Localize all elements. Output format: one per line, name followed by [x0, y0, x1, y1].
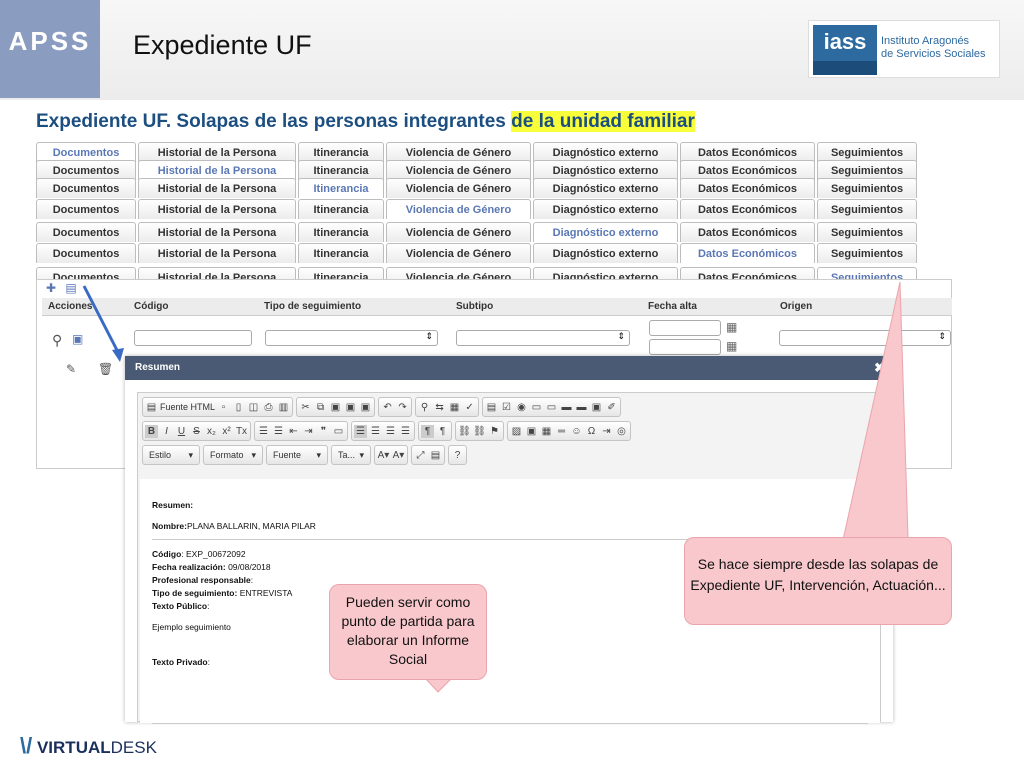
pointer-arrow — [82, 285, 122, 357]
callout-left: Pueden servir como punto de partida para… — [329, 584, 487, 680]
callout-right: Se hace siempre desde las solapas de Exp… — [684, 537, 952, 625]
callout-tail — [423, 677, 454, 693]
callout-pointer — [842, 281, 909, 541]
logo-part-b: DESK — [110, 738, 157, 757]
virtualdesk-logo: \/ VIRTUALDESK — [20, 733, 157, 759]
v-icon: \/ — [20, 733, 33, 758]
arrow-head — [112, 348, 124, 362]
annotation-overlay — [82, 281, 909, 693]
logo-part-a: VIRTUAL — [36, 738, 111, 757]
